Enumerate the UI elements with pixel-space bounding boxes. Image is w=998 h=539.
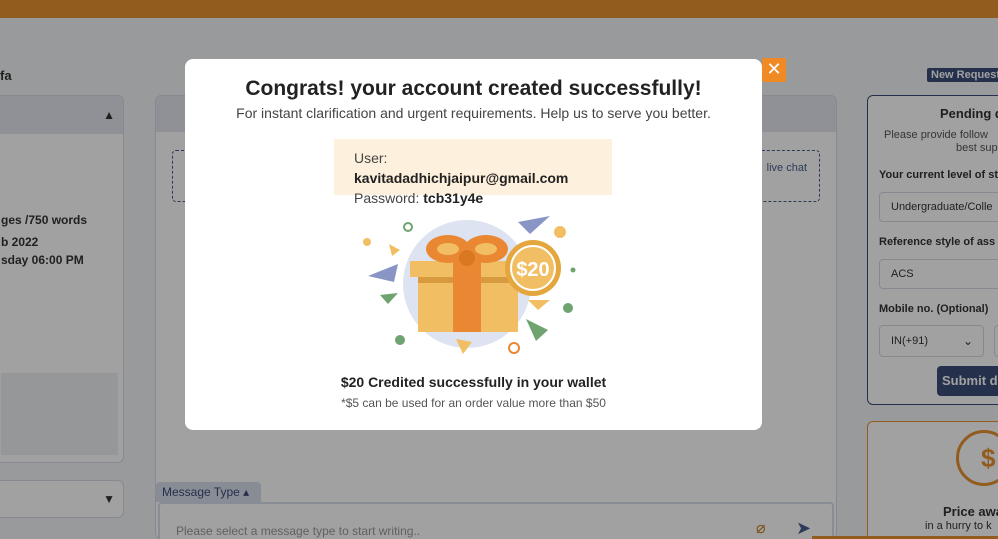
account-created-modal: Congrats! your account created successfu…	[185, 59, 762, 430]
user-row: User: kavitadadhichjaipur@gmail.com	[354, 150, 569, 186]
modal-subtitle: For instant clarification and urgent req…	[236, 105, 711, 121]
gift-bow-right-inner	[475, 243, 497, 255]
confetti-triangle	[526, 319, 548, 341]
confetti-triangle	[518, 216, 550, 234]
confetti-triangle	[368, 264, 398, 282]
close-button[interactable]: ✕	[762, 58, 786, 82]
modal-title: Congrats! your account created successfu…	[245, 77, 702, 100]
coin-amount: $20	[516, 259, 549, 281]
confetti-dot	[508, 342, 520, 354]
gift-illustration: $20	[363, 216, 576, 354]
credit-note: *$5 can be used for an order value more …	[341, 396, 606, 410]
confetti-dot	[363, 238, 371, 246]
confetti-dot	[403, 222, 413, 232]
confetti-triangle	[380, 293, 398, 304]
user-email: kavitadadhichjaipur@gmail.com	[354, 170, 569, 186]
confetti-dot	[395, 335, 405, 345]
gift-bow-knot	[459, 250, 475, 266]
confetti-dot	[554, 226, 566, 238]
confetti-dot	[570, 267, 576, 273]
credited-message: $20 Credited successfully in your wallet	[340, 374, 607, 390]
confetti-triangle	[389, 244, 400, 256]
credentials-box: User: kavitadadhichjaipur@gmail.com Pass…	[334, 139, 612, 206]
confetti-dot	[563, 303, 573, 313]
gift-ribbon-vertical	[453, 261, 481, 332]
gift-bow-left-inner	[437, 243, 459, 255]
confetti-triangle	[528, 300, 550, 310]
